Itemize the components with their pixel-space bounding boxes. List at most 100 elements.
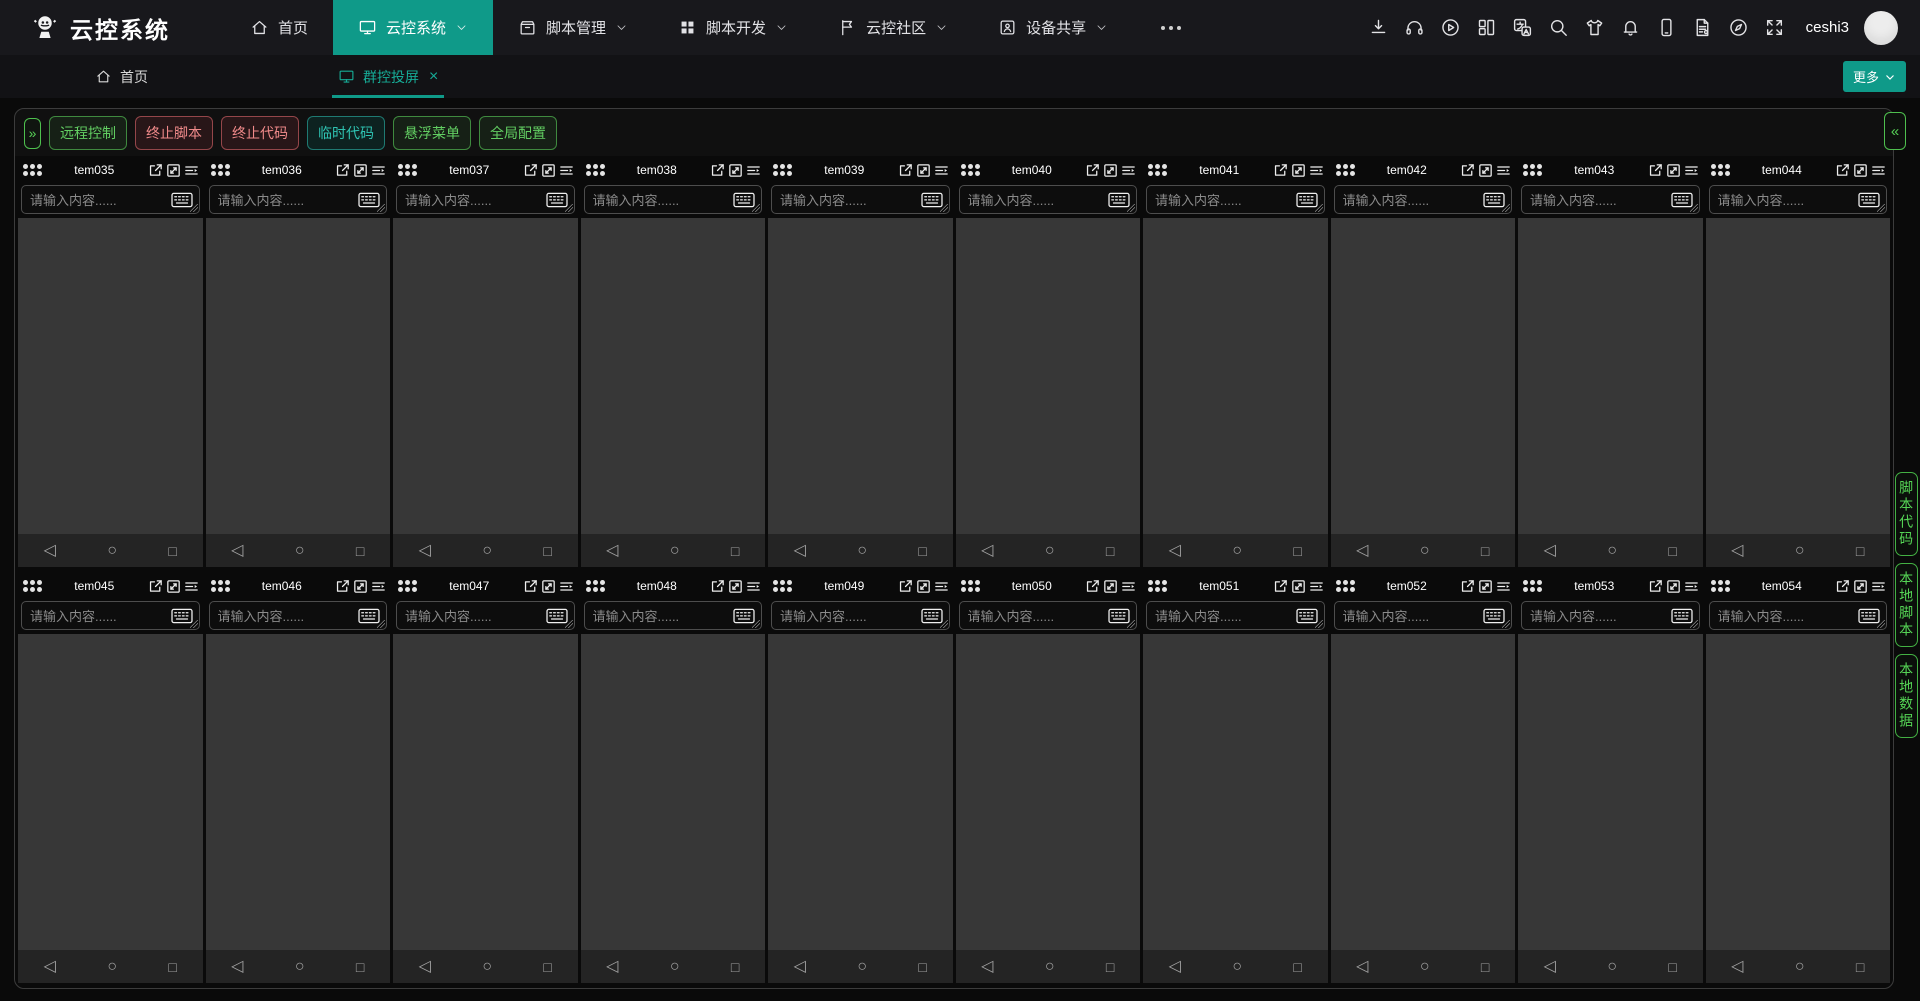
open-external-icon[interactable] bbox=[1834, 162, 1851, 179]
resize-handle[interactable] bbox=[1127, 204, 1135, 212]
android-back-icon[interactable]: ◁ bbox=[1731, 959, 1743, 975]
device-screen[interactable] bbox=[1518, 218, 1703, 534]
open-external-icon[interactable] bbox=[1459, 578, 1476, 595]
apps-grid-icon[interactable] bbox=[211, 580, 230, 592]
open-external-icon[interactable] bbox=[1084, 162, 1101, 179]
android-home-icon[interactable]: ○ bbox=[295, 959, 305, 975]
device-text-input[interactable]: 请输入内容...... bbox=[21, 601, 200, 630]
device-screen[interactable] bbox=[956, 218, 1141, 534]
device-text-input[interactable]: 请输入内容...... bbox=[1146, 185, 1325, 214]
device-text-input[interactable]: 请输入内容...... bbox=[1709, 185, 1888, 214]
android-home-icon[interactable]: ○ bbox=[1045, 959, 1055, 975]
resize-handle[interactable] bbox=[940, 204, 948, 212]
side-tab-脚本代码[interactable]: 脚本代码 bbox=[1895, 472, 1918, 556]
task-list-icon[interactable] bbox=[1683, 578, 1700, 595]
task-list-icon[interactable] bbox=[1870, 578, 1887, 595]
task-list-icon[interactable] bbox=[370, 162, 387, 179]
android-back-icon[interactable]: ◁ bbox=[794, 543, 806, 559]
resize-expand-icon[interactable] bbox=[1102, 578, 1119, 595]
android-home-icon[interactable]: ○ bbox=[1045, 543, 1055, 559]
nav-item-设备共享[interactable]: 设备共享 bbox=[973, 0, 1133, 55]
nav-overflow-ellipsis-icon[interactable] bbox=[1133, 26, 1209, 30]
android-back-icon[interactable]: ◁ bbox=[44, 959, 56, 975]
android-home-icon[interactable]: ○ bbox=[1795, 543, 1805, 559]
apps-grid-icon[interactable] bbox=[398, 164, 417, 176]
android-back-icon[interactable]: ◁ bbox=[981, 959, 993, 975]
compass-icon[interactable] bbox=[1728, 17, 1749, 38]
resize-expand-icon[interactable] bbox=[540, 162, 557, 179]
android-back-icon[interactable]: ◁ bbox=[1356, 543, 1368, 559]
api-doc-icon[interactable] bbox=[1692, 17, 1713, 38]
nav-item-云控社区[interactable]: 云控社区 bbox=[813, 0, 973, 55]
android-home-icon[interactable]: ○ bbox=[1607, 959, 1617, 975]
android-back-icon[interactable]: ◁ bbox=[1731, 543, 1743, 559]
device-text-input[interactable]: 请输入内容...... bbox=[959, 185, 1138, 214]
task-list-icon[interactable] bbox=[1495, 162, 1512, 179]
device-text-input[interactable]: 请输入内容...... bbox=[396, 185, 575, 214]
apps-grid-icon[interactable] bbox=[23, 164, 42, 176]
android-recents-icon[interactable]: □ bbox=[1481, 960, 1489, 974]
resize-handle[interactable] bbox=[1315, 620, 1323, 628]
side-tab-本地脚本[interactable]: 本地脚本 bbox=[1895, 563, 1918, 647]
resize-handle[interactable] bbox=[752, 620, 760, 628]
nav-item-脚本开发[interactable]: 脚本开发 bbox=[653, 0, 813, 55]
nav-item-云控系统[interactable]: 云控系统 bbox=[333, 0, 493, 55]
device-text-input[interactable]: 请输入内容...... bbox=[1521, 601, 1700, 630]
device-text-input[interactable]: 请输入内容...... bbox=[1521, 185, 1700, 214]
task-list-icon[interactable] bbox=[1683, 162, 1700, 179]
task-list-icon[interactable] bbox=[1495, 578, 1512, 595]
collapse-left-button[interactable]: » bbox=[24, 118, 41, 149]
resize-expand-icon[interactable] bbox=[915, 578, 932, 595]
device-screen[interactable] bbox=[581, 634, 766, 950]
open-external-icon[interactable] bbox=[522, 578, 539, 595]
android-recents-icon[interactable]: □ bbox=[1856, 544, 1864, 558]
task-list-icon[interactable] bbox=[1870, 162, 1887, 179]
side-tab-本地数据[interactable]: 本地数据 bbox=[1895, 654, 1918, 738]
resize-expand-icon[interactable] bbox=[727, 162, 744, 179]
resize-handle[interactable] bbox=[190, 204, 198, 212]
resize-expand-icon[interactable] bbox=[540, 578, 557, 595]
open-external-icon[interactable] bbox=[897, 578, 914, 595]
resize-expand-icon[interactable] bbox=[352, 162, 369, 179]
download-icon[interactable] bbox=[1368, 17, 1389, 38]
open-external-icon[interactable] bbox=[522, 162, 539, 179]
android-recents-icon[interactable]: □ bbox=[918, 544, 926, 558]
device-screen[interactable] bbox=[956, 634, 1141, 950]
android-back-icon[interactable]: ◁ bbox=[606, 959, 618, 975]
device-screen[interactable] bbox=[768, 634, 953, 950]
resize-handle[interactable] bbox=[1315, 204, 1323, 212]
device-text-input[interactable]: 请输入内容...... bbox=[584, 601, 763, 630]
layout-icon[interactable] bbox=[1476, 17, 1497, 38]
resize-handle[interactable] bbox=[1877, 204, 1885, 212]
device-screen[interactable] bbox=[1518, 634, 1703, 950]
apps-grid-icon[interactable] bbox=[1336, 580, 1355, 592]
android-recents-icon[interactable]: □ bbox=[1668, 960, 1676, 974]
open-external-icon[interactable] bbox=[1647, 578, 1664, 595]
resize-handle[interactable] bbox=[1690, 620, 1698, 628]
device-screen[interactable] bbox=[1331, 634, 1516, 950]
language-icon[interactable] bbox=[1512, 17, 1533, 38]
apps-grid-icon[interactable] bbox=[1148, 580, 1167, 592]
open-external-icon[interactable] bbox=[334, 162, 351, 179]
resize-expand-icon[interactable] bbox=[1665, 578, 1682, 595]
apps-grid-icon[interactable] bbox=[1711, 580, 1730, 592]
android-recents-icon[interactable]: □ bbox=[1293, 544, 1301, 558]
resize-expand-icon[interactable] bbox=[1290, 162, 1307, 179]
android-recents-icon[interactable]: □ bbox=[1106, 544, 1114, 558]
android-home-icon[interactable]: ○ bbox=[482, 543, 492, 559]
open-external-icon[interactable] bbox=[1084, 578, 1101, 595]
resize-expand-icon[interactable] bbox=[1852, 578, 1869, 595]
nav-item-脚本管理[interactable]: 脚本管理 bbox=[493, 0, 653, 55]
device-screen[interactable] bbox=[1331, 218, 1516, 534]
resize-expand-icon[interactable] bbox=[1290, 578, 1307, 595]
resize-expand-icon[interactable] bbox=[165, 578, 182, 595]
android-recents-icon[interactable]: □ bbox=[168, 544, 176, 558]
open-external-icon[interactable] bbox=[1834, 578, 1851, 595]
apps-grid-icon[interactable] bbox=[1148, 164, 1167, 176]
apps-grid-icon[interactable] bbox=[1336, 164, 1355, 176]
android-recents-icon[interactable]: □ bbox=[543, 960, 551, 974]
device-text-input[interactable]: 请输入内容...... bbox=[396, 601, 575, 630]
android-recents-icon[interactable]: □ bbox=[731, 960, 739, 974]
toolbar-button-远程控制[interactable]: 远程控制 bbox=[49, 116, 127, 150]
device-text-input[interactable]: 请输入内容...... bbox=[1146, 601, 1325, 630]
